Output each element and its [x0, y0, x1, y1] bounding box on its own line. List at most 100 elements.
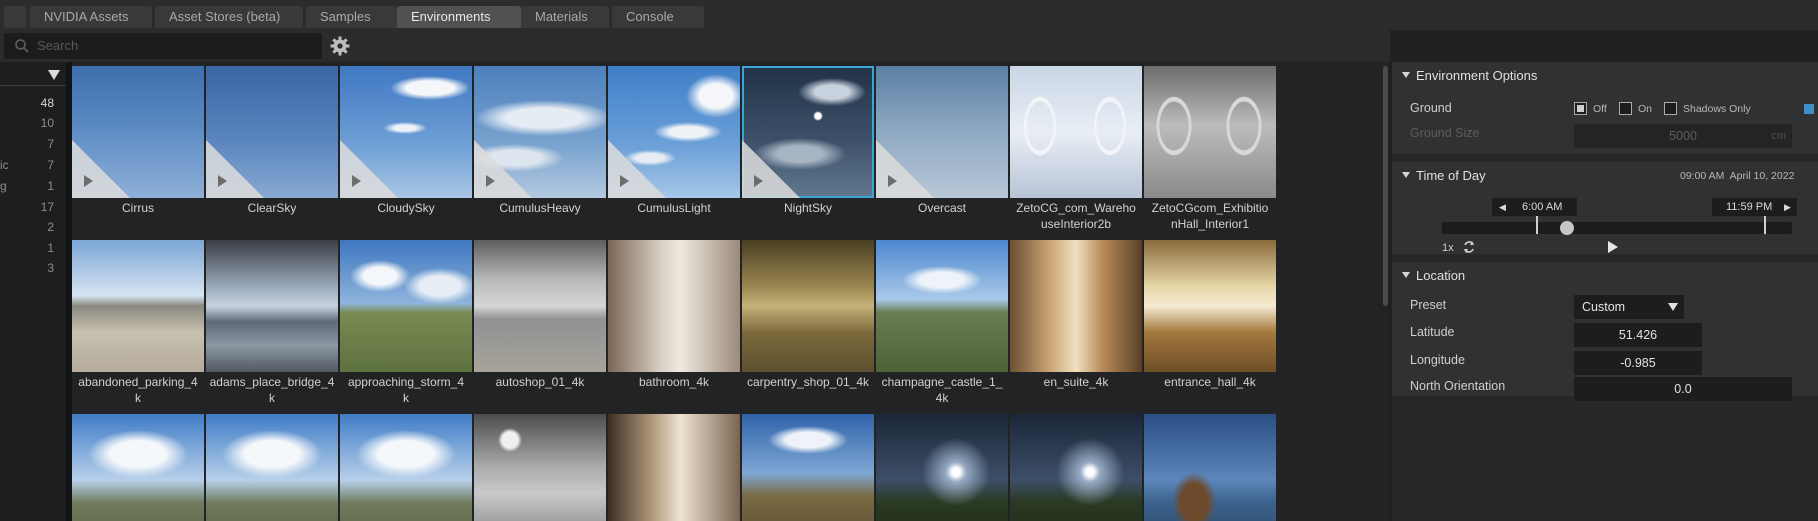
asset-thumbnail[interactable]: [1144, 240, 1276, 372]
asset-card[interactable]: entrance_hall_4k: [1144, 240, 1276, 390]
start-marker[interactable]: [1536, 216, 1538, 234]
asset-card[interactable]: abandoned_parking_4 k: [72, 240, 204, 406]
end-time-field[interactable]: 11:59 PM ▶: [1712, 198, 1797, 216]
tab-hidden-left[interactable]: [4, 6, 26, 28]
time-of-day-header[interactable]: Time of Day 09:00 AM April 10, 2022: [1392, 162, 1818, 190]
asset-card[interactable]: CumulusHeavy: [474, 66, 606, 216]
collapse-arrow-icon[interactable]: [1402, 72, 1410, 78]
tab-samples[interactable]: Samples: [306, 6, 398, 28]
category-count[interactable]: 10: [14, 116, 54, 130]
asset-thumbnail[interactable]: [1144, 414, 1276, 521]
asset-thumbnail[interactable]: [608, 66, 740, 198]
ground-off-checkbox[interactable]: [1574, 102, 1587, 115]
asset-card[interactable]: [608, 414, 740, 521]
asset-thumbnail[interactable]: [1144, 66, 1276, 198]
asset-card[interactable]: [340, 414, 472, 521]
category-count[interactable]: 1: [14, 179, 54, 193]
decrement-arrow-icon[interactable]: ◀: [1499, 198, 1506, 216]
category-label[interactable]: g: [0, 179, 7, 193]
gear-icon[interactable]: [328, 34, 352, 58]
asset-thumbnail[interactable]: [1010, 240, 1142, 372]
asset-card[interactable]: [876, 414, 1008, 521]
asset-thumbnail[interactable]: [206, 66, 338, 198]
category-count[interactable]: 17: [14, 200, 54, 214]
asset-thumbnail[interactable]: [340, 414, 472, 521]
asset-card[interactable]: bathroom_4k: [608, 240, 740, 390]
play-icon[interactable]: [218, 175, 227, 187]
category-header[interactable]: [0, 64, 70, 86]
asset-thumbnail[interactable]: [876, 414, 1008, 521]
loop-icon[interactable]: [1462, 240, 1476, 254]
asset-card[interactable]: [742, 414, 874, 521]
asset-thumbnail[interactable]: [742, 66, 874, 198]
asset-thumbnail[interactable]: [474, 414, 606, 521]
category-label[interactable]: ic: [0, 158, 9, 172]
asset-card[interactable]: Overcast: [876, 66, 1008, 216]
asset-card[interactable]: NightSky: [742, 66, 874, 216]
asset-card[interactable]: [72, 414, 204, 521]
asset-thumbnail[interactable]: [1010, 66, 1142, 198]
shadows-only-checkbox[interactable]: [1664, 102, 1677, 115]
asset-thumbnail[interactable]: [608, 414, 740, 521]
asset-card[interactable]: CumulusLight: [608, 66, 740, 216]
time-slider-track[interactable]: [1442, 216, 1792, 235]
north-orientation-field[interactable]: 0.0: [1574, 377, 1792, 401]
category-count[interactable]: 7: [14, 137, 54, 151]
asset-card[interactable]: ZetoCGcom_Exhibitio nHall_Interior1: [1144, 66, 1276, 232]
asset-thumbnail[interactable]: [876, 240, 1008, 372]
asset-card[interactable]: adams_place_bridge_4 k: [206, 240, 338, 406]
grid-scrollbar[interactable]: [1383, 66, 1388, 306]
asset-card[interactable]: ZetoCG_com_Wareho useInterior2b: [1010, 66, 1142, 232]
tab-nvidia-assets[interactable]: NVIDIA Assets: [30, 6, 152, 28]
latitude-field[interactable]: 51.426: [1574, 323, 1702, 347]
asset-thumbnail[interactable]: [340, 240, 472, 372]
asset-thumbnail[interactable]: [206, 240, 338, 372]
longitude-field[interactable]: -0.985: [1574, 351, 1702, 375]
asset-card[interactable]: [206, 414, 338, 521]
asset-card[interactable]: carpentry_shop_01_4k: [742, 240, 874, 390]
play-icon[interactable]: [888, 175, 897, 187]
collapse-arrow-icon[interactable]: [1402, 272, 1410, 278]
asset-thumbnail[interactable]: [876, 66, 1008, 198]
play-icon[interactable]: [1608, 241, 1618, 253]
asset-card[interactable]: ClearSky: [206, 66, 338, 216]
collapse-arrow-icon[interactable]: [1402, 172, 1410, 178]
time-slider-thumb[interactable]: [1560, 221, 1574, 235]
play-icon[interactable]: [486, 175, 495, 187]
asset-thumbnail[interactable]: [340, 66, 472, 198]
asset-thumbnail[interactable]: [742, 240, 874, 372]
asset-card[interactable]: approaching_storm_4 k: [340, 240, 472, 406]
asset-thumbnail[interactable]: [206, 414, 338, 521]
location-header[interactable]: Location: [1392, 262, 1818, 290]
asset-thumbnail[interactable]: [608, 240, 740, 372]
tab-console[interactable]: Console: [612, 6, 704, 28]
category-count[interactable]: 2: [14, 220, 54, 234]
asset-thumbnail[interactable]: [474, 240, 606, 372]
asset-thumbnail[interactable]: [1010, 414, 1142, 521]
asset-card[interactable]: champagne_castle_1_ 4k: [876, 240, 1008, 406]
speed-label[interactable]: 1x: [1442, 242, 1454, 254]
asset-card[interactable]: [1144, 414, 1276, 521]
asset-card[interactable]: en_suite_4k: [1010, 240, 1142, 390]
play-icon[interactable]: [620, 175, 629, 187]
asset-thumbnail[interactable]: [72, 66, 204, 198]
environment-options-header[interactable]: Environment Options: [1392, 62, 1818, 90]
tab-materials[interactable]: Materials: [521, 6, 609, 28]
asset-card[interactable]: [474, 414, 606, 521]
category-count[interactable]: 3: [14, 261, 54, 275]
dropdown-arrow-icon[interactable]: [48, 70, 60, 80]
play-icon[interactable]: [754, 175, 763, 187]
start-time-field[interactable]: ◀ 6:00 AM: [1492, 198, 1577, 216]
ground-color-swatch[interactable]: [1804, 104, 1814, 114]
category-count[interactable]: 48: [14, 96, 54, 110]
play-icon[interactable]: [84, 175, 93, 187]
ground-on-checkbox[interactable]: [1619, 102, 1632, 115]
tab-environments[interactable]: Environments: [397, 6, 521, 28]
category-count[interactable]: 1: [14, 241, 54, 255]
chevron-down-icon[interactable]: [1668, 303, 1678, 311]
category-count[interactable]: 7: [14, 158, 54, 172]
end-marker[interactable]: [1764, 216, 1766, 234]
asset-card[interactable]: CloudySky: [340, 66, 472, 216]
asset-thumbnail[interactable]: [72, 414, 204, 521]
search-input[interactable]: Search: [4, 33, 322, 59]
